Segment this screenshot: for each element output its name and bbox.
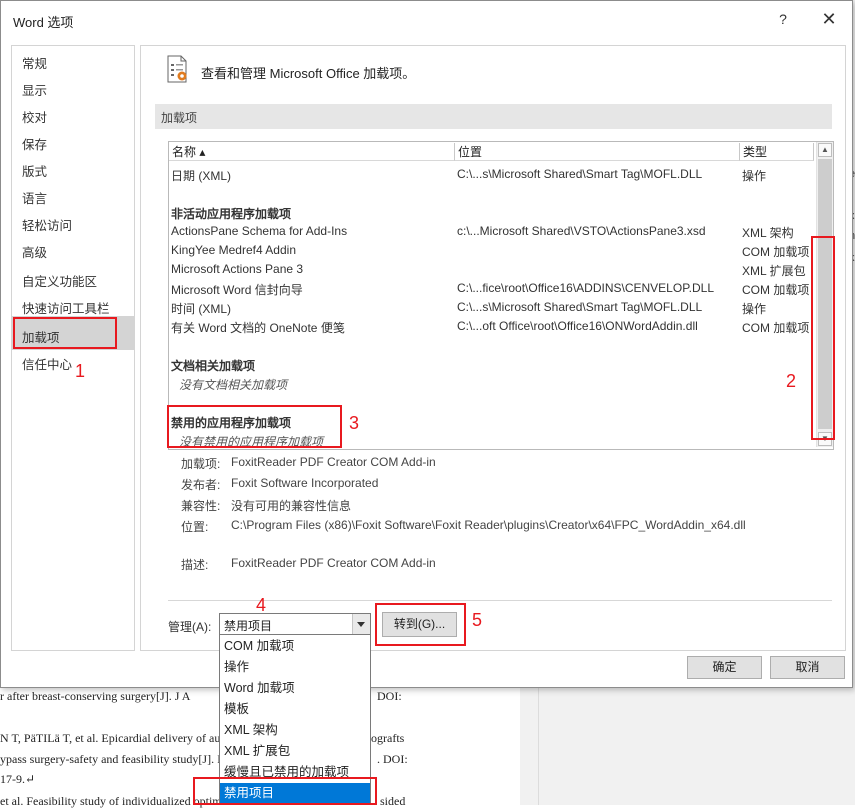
- scroll-up-button[interactable]: ▲: [818, 143, 832, 157]
- addin-type[interactable]: XML 扩展包: [742, 262, 806, 279]
- addin-location[interactable]: C:\...oft Office\root\Office16\ONWordAdd…: [457, 319, 698, 333]
- annotation-number-4: 4: [256, 595, 267, 615]
- dropdown-option-xml-packs[interactable]: XML 扩展包: [220, 741, 370, 762]
- detail-publisher-label: 发布者:: [181, 478, 221, 492]
- detail-publisher-value: Foxit Software Incorporated: [231, 476, 379, 490]
- dropdown-option-actions[interactable]: 操作: [220, 657, 370, 678]
- nav-item-trust-center[interactable]: 信任中心: [22, 354, 72, 373]
- dropdown-option-xml-schemas[interactable]: XML 架构: [220, 720, 370, 741]
- addin-name[interactable]: KingYee Medref4 Addin: [171, 243, 296, 257]
- doc-line: N T, PäTILä T, et al. Epicardial deliver…: [0, 731, 221, 745]
- nav-item-accessibility[interactable]: 轻松访问: [22, 215, 72, 234]
- annotation-number-1: 1: [75, 361, 86, 381]
- addin-name[interactable]: 有关 Word 文档的 OneNote 便笺: [171, 319, 345, 336]
- detail-location-label: 位置:: [181, 520, 209, 534]
- section-title: 加载项: [161, 111, 198, 125]
- addins-page-icon: [167, 55, 187, 83]
- addins-panel: 查看和管理 Microsoft Office 加载项。 加载项 名称 ▴ 位置 …: [140, 45, 846, 651]
- addin-location[interactable]: C:\...fice\root\Office16\ADDINS\CENVELOP…: [457, 281, 714, 295]
- addin-location[interactable]: C:\...s\Microsoft Shared\Smart Tag\MOFL.…: [457, 300, 702, 314]
- dropdown-option-templates[interactable]: 模板: [220, 699, 370, 720]
- nav-item-save[interactable]: 保存: [22, 134, 47, 153]
- nav-item-layout[interactable]: 版式: [22, 161, 47, 180]
- detail-addin-value: FoxitReader PDF Creator COM Add-in: [231, 455, 436, 469]
- manage-selected-value: 禁用项目: [224, 619, 273, 633]
- panel-header: 查看和管理 Microsoft Office 加载项。: [201, 66, 416, 81]
- detail-compat-label: 兼容性:: [181, 499, 221, 513]
- nav-item-advanced[interactable]: 高级: [22, 242, 47, 261]
- group-document-empty: 没有文档相关加载项: [179, 378, 288, 392]
- addin-name[interactable]: Microsoft Actions Pane 3: [171, 262, 303, 276]
- detail-addin-label: 加载项:: [181, 457, 221, 471]
- column-header-location[interactable]: 位置: [455, 143, 740, 161]
- word-options-dialog: Word 选项 ? ✕ 常规 显示 校对 保存 版式 语言 轻松访问 高级 自定…: [0, 0, 853, 688]
- addin-type[interactable]: 操作: [742, 300, 766, 317]
- column-header-name[interactable]: 名称 ▴: [169, 143, 455, 161]
- nav-item-general[interactable]: 常规: [22, 53, 47, 72]
- doc-line-tail: DOI:: [377, 689, 402, 703]
- detail-compat-value: 没有可用的兼容性信息: [231, 499, 352, 513]
- dropdown-option-word-addins[interactable]: Word 加载项: [220, 678, 370, 699]
- cancel-button[interactable]: 取消: [770, 656, 845, 679]
- annotation-box-dropdown: [193, 777, 377, 805]
- nav-item-proofing[interactable]: 校对: [22, 107, 47, 126]
- column-header-type[interactable]: 类型: [740, 143, 814, 161]
- addins-list[interactable]: 名称 ▴ 位置 类型 日期 (XML) C:\...s\Microsoft Sh…: [168, 141, 834, 450]
- detail-desc-label: 描述:: [181, 558, 209, 572]
- doc-line: 17-9.↵: [0, 772, 36, 786]
- addin-name[interactable]: Microsoft Word 信封向导: [171, 281, 303, 298]
- doc-line: ypass surgery-safety and feasibility stu…: [0, 752, 222, 766]
- group-inactive: 非活动应用程序加载项: [171, 207, 292, 221]
- annotation-number-3: 3: [349, 413, 360, 433]
- doc-line-tail: sided: [380, 794, 406, 808]
- addin-type[interactable]: XML 架构: [742, 224, 794, 241]
- ok-button[interactable]: 确定: [687, 656, 762, 679]
- annotation-box-3: [167, 405, 342, 448]
- manage-label: 管理(A):: [168, 620, 212, 634]
- addin-location[interactable]: c:\...Microsoft Shared\VSTO\ActionsPane3…: [457, 224, 706, 238]
- doc-line-tail: . DOI:: [377, 752, 408, 766]
- addin-type[interactable]: COM 加载项: [742, 243, 809, 260]
- nav-item-language[interactable]: 语言: [22, 188, 47, 207]
- detail-desc-value: FoxitReader PDF Creator COM Add-in: [231, 556, 436, 570]
- annotation-box-2: [811, 236, 835, 440]
- addin-name[interactable]: 时间 (XML): [171, 300, 231, 317]
- help-icon[interactable]: ?: [773, 11, 793, 31]
- annotation-box-1: [13, 317, 117, 349]
- dialog-title: Word 选项: [13, 15, 74, 30]
- detail-location-value: C:\Program Files (x86)\Foxit Software\Fo…: [231, 518, 746, 532]
- close-icon[interactable]: ✕: [817, 9, 841, 33]
- addin-name[interactable]: 日期 (XML): [171, 167, 231, 184]
- annotation-box-5: [375, 603, 466, 646]
- addin-name[interactable]: ActionsPane Schema for Add-Ins: [171, 224, 347, 238]
- doc-line: r after breast-conserving surgery[J]. J …: [0, 689, 191, 703]
- nav-item-quick-access-toolbar[interactable]: 快速访问工具栏: [22, 298, 110, 317]
- annotation-number-2: 2: [786, 371, 797, 391]
- doc-line: et al. Feasibility study of individualiz…: [0, 794, 222, 808]
- nav-item-display[interactable]: 显示: [22, 80, 47, 99]
- nav-item-customize-ribbon[interactable]: 自定义功能区: [22, 271, 97, 290]
- addin-type[interactable]: COM 加载项: [742, 281, 809, 298]
- addin-location[interactable]: C:\...s\Microsoft Shared\Smart Tag\MOFL.…: [457, 167, 702, 181]
- dropdown-option-com[interactable]: COM 加载项: [220, 636, 370, 657]
- annotation-number-5: 5: [472, 610, 483, 630]
- addin-type[interactable]: 操作: [742, 167, 766, 184]
- manage-combobox[interactable]: 禁用项目: [219, 613, 371, 635]
- addin-type[interactable]: COM 加载项: [742, 319, 809, 336]
- doc-line-tail: ografts: [371, 731, 405, 745]
- chevron-down-icon[interactable]: [352, 614, 370, 634]
- group-document: 文档相关加载项: [171, 359, 256, 373]
- manage-separator: [168, 600, 832, 601]
- addins-section-header: 加载项: [155, 104, 832, 129]
